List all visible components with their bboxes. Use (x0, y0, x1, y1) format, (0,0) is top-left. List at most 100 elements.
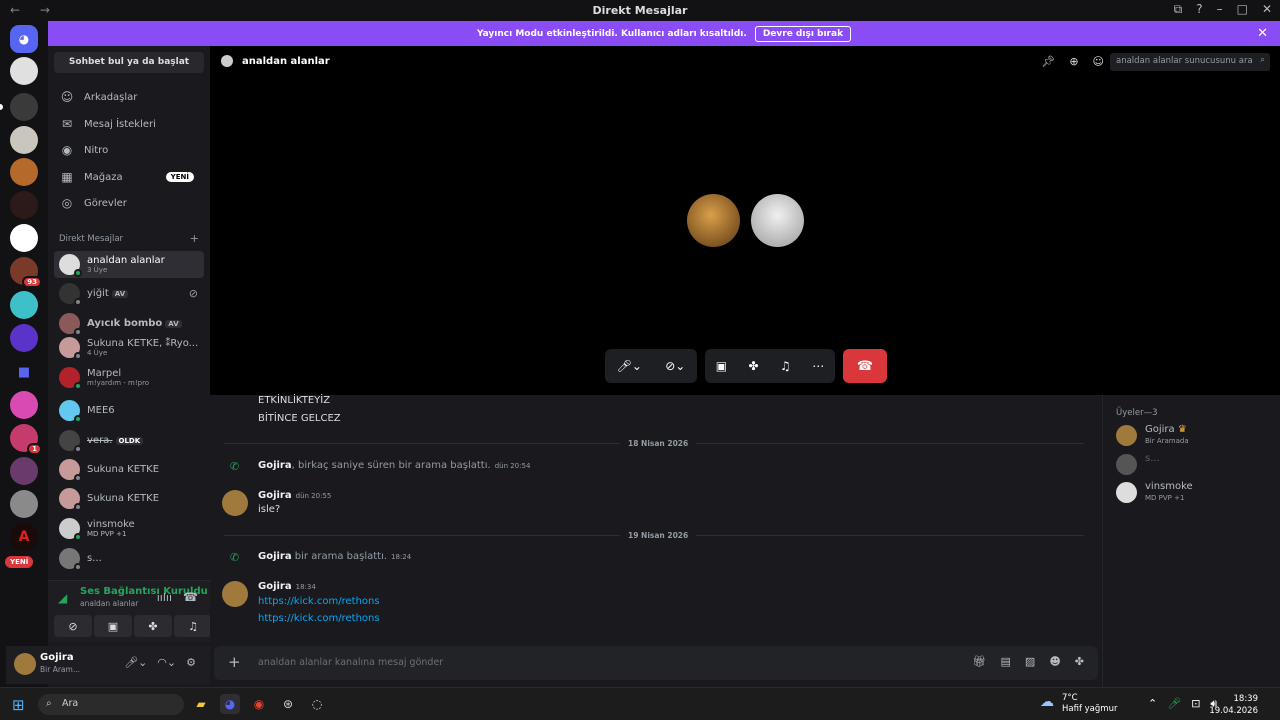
author[interactable]: Gojira (258, 581, 292, 592)
dm-item[interactable]: Marpel m!yardım - m!pro (54, 364, 204, 391)
microphone-icon[interactable]: 🎤︎ (1167, 697, 1181, 711)
dm-item[interactable]: yiğit AV ⊘ (54, 280, 204, 307)
pin-icon[interactable]: 📌︎ (1041, 55, 1055, 68)
headphones-icon[interactable]: ◠⌄ (157, 656, 176, 669)
help-icon[interactable]: ? (1196, 2, 1202, 17)
gif-icon[interactable]: ▤ (1001, 655, 1011, 668)
author-avatar[interactable] (222, 490, 248, 516)
dm-item[interactable]: vinsmoke MD PVP +1 (54, 515, 204, 542)
network-icon[interactable]: ⊡ (1191, 697, 1200, 711)
screen-share-icon[interactable]: ▣ (716, 359, 727, 373)
more-icon[interactable]: ⋯ (812, 359, 824, 373)
clock[interactable]: 18:39 19.04.2026 (1209, 693, 1258, 717)
member-item[interactable]: Gojira ♛ Bir Aramada (1116, 423, 1276, 449)
folder-icon[interactable]: ■ (10, 359, 38, 387)
server-icon[interactable] (10, 291, 38, 319)
search-input[interactable]: analdan alanlar sunucusunu ara ⌕ (1110, 53, 1270, 71)
new-servers-badge[interactable]: YENİ (5, 556, 34, 568)
nav-shop[interactable]: ▦ Mağaza YENİ (54, 165, 204, 189)
dm-item[interactable]: Sukuna KETKE, ⁑Ryo... 4 Üye (54, 334, 204, 361)
create-dm-button[interactable]: + (190, 232, 199, 245)
file-explorer-icon[interactable]: ▰ (191, 694, 211, 714)
server-icon[interactable] (10, 93, 38, 121)
camera-off-button[interactable]: ⊘⌄ (665, 359, 685, 373)
banner-close-icon[interactable]: ✕ (1257, 26, 1268, 41)
dm-item[interactable]: analdan alanlar 3 Üye (54, 251, 204, 278)
author-avatar[interactable] (222, 581, 248, 607)
nav-quests[interactable]: ◎ Görevler (54, 191, 204, 215)
soundboard-button[interactable]: ♫ (174, 615, 212, 637)
screen-share-button[interactable]: ▣ (94, 615, 132, 637)
activities-icon[interactable]: ✤ (749, 359, 759, 373)
message-composer[interactable]: + analdan alanlar kanalına mesaj gönder … (214, 646, 1098, 680)
server-icon[interactable] (10, 490, 38, 518)
dm-item[interactable]: Sukuna KETKE (54, 485, 204, 512)
disconnect-icon[interactable]: ☎ (183, 590, 198, 604)
emoji-icon[interactable]: ☻ (1049, 655, 1060, 668)
camera-button[interactable]: ⊘ (54, 615, 92, 637)
gift-icon[interactable]: 🎁︎ (973, 655, 987, 668)
member-item[interactable]: s... (1116, 452, 1276, 478)
participant-avatar[interactable] (687, 194, 740, 247)
author[interactable]: Gojira (258, 490, 292, 501)
inbox-icon[interactable]: ⧉ (1174, 2, 1183, 17)
microphone-button[interactable]: 🎤︎⌄ (617, 359, 642, 373)
find-conversation-button[interactable]: Sohbet bul ya da başlat (54, 52, 204, 73)
home-button[interactable]: ◕ (10, 25, 38, 53)
server-icon[interactable]: A (10, 523, 38, 551)
server-icon[interactable] (10, 391, 38, 419)
server-icon[interactable] (10, 158, 38, 186)
avatar[interactable] (14, 653, 36, 675)
close-dm-icon[interactable]: ⊘ (189, 287, 198, 300)
member-item[interactable]: vinsmoke MD PVP +1 (1116, 480, 1276, 506)
nav-nitro[interactable]: ◉ Nitro (54, 138, 204, 162)
activities-button[interactable]: ✤ (134, 615, 172, 637)
server-icon[interactable]: 93 (10, 257, 42, 288)
user-name[interactable]: Gojira (40, 652, 74, 663)
disable-streamer-button[interactable]: Devre dışı bırak (754, 25, 852, 42)
server-icon[interactable] (10, 457, 38, 485)
noise-suppression-icon[interactable]: ıılıı (157, 591, 172, 604)
quests-icon: ◎ (61, 196, 73, 210)
nav-message-requests[interactable]: ✉ Mesaj İstekleri (54, 112, 204, 136)
dm-item[interactable]: vera. OLDK (54, 427, 204, 454)
sticker-icon[interactable]: ▨ (1025, 655, 1035, 668)
voice-channel[interactable]: analdan alanlar (80, 599, 138, 608)
microphone-icon[interactable]: 🎤︎⌄ (124, 656, 147, 669)
chrome-icon[interactable]: ◉ (249, 694, 269, 714)
dm-item[interactable]: Ayıcık bombo AV (54, 310, 204, 337)
add-friends-icon[interactable]: ⊕ (1069, 55, 1078, 68)
windows-start-icon[interactable]: ⊞ (12, 696, 25, 714)
author[interactable]: Gojira (258, 460, 292, 471)
app-icon[interactable]: ◌ (307, 694, 327, 714)
minimize-button[interactable]: – (1217, 2, 1223, 17)
discord-icon[interactable]: ◕ (220, 694, 240, 714)
server-icon[interactable] (10, 57, 38, 85)
apps-icon[interactable]: ✤ (1075, 655, 1084, 668)
dm-name: vera. OLDK (87, 435, 144, 447)
weather-widget[interactable]: ☁ 7°C Hafif yağmur (1040, 693, 1117, 715)
close-button[interactable]: ✕ (1262, 2, 1272, 17)
dm-item[interactable]: s... (54, 545, 204, 572)
end-call-button[interactable]: ☎ (843, 349, 887, 383)
dm-item[interactable]: Sukuna KETKE (54, 456, 204, 483)
server-icon[interactable] (10, 224, 38, 252)
message-link[interactable]: https://kick.com/rethons (258, 613, 380, 624)
participant-avatar[interactable] (751, 194, 804, 247)
server-icon[interactable]: 1 (10, 424, 42, 455)
dm-item[interactable]: MEE6 (54, 397, 204, 424)
server-icon[interactable] (10, 324, 38, 352)
maximize-button[interactable]: □ (1237, 2, 1248, 17)
server-icon[interactable] (10, 191, 38, 219)
chevron-up-icon[interactable]: ⌃ (1148, 697, 1157, 711)
author[interactable]: Gojira (258, 551, 292, 562)
taskbar-search[interactable]: ⌕ Ara (38, 694, 184, 715)
members-icon[interactable]: ☺ (1093, 55, 1104, 68)
nav-friends[interactable]: ☺ Arkadaşlar (54, 85, 204, 109)
soundboard-icon[interactable]: ♫ (780, 359, 791, 373)
message-link[interactable]: https://kick.com/rethons (258, 596, 380, 607)
server-icon[interactable] (10, 126, 38, 154)
settings-gear-icon[interactable]: ⚙ (186, 656, 196, 669)
upload-button[interactable]: + (228, 653, 241, 671)
steam-icon[interactable]: ⊛ (278, 694, 298, 714)
